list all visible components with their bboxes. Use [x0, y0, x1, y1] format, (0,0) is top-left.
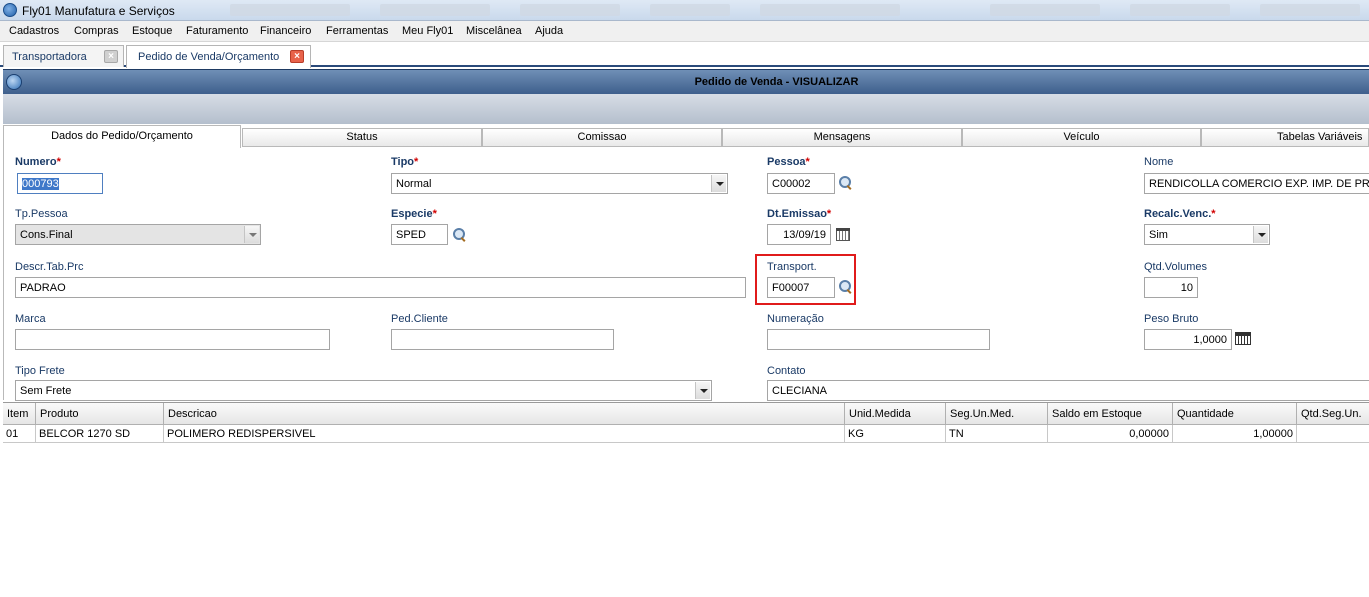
qtd-volumes-field[interactable]: 10	[1144, 277, 1198, 298]
column-header-descricao[interactable]: Descricao	[164, 403, 845, 425]
cell-produto: BELCOR 1270 SD	[36, 425, 164, 443]
taskbar-blur	[1130, 4, 1230, 16]
menu-bar: Cadastros Compras Estoque Faturamento Fi…	[0, 21, 1369, 42]
taskbar-blur	[760, 4, 900, 16]
numero-label: Numero*	[15, 156, 61, 168]
tab-dados-do-pedido[interactable]: Dados do Pedido/Orçamento	[3, 125, 241, 148]
menu-meu-fly01[interactable]: Meu Fly01	[402, 25, 453, 37]
cell-seg-un-med: TN	[946, 425, 1048, 443]
calendar-icon[interactable]	[836, 228, 850, 241]
pessoa-field[interactable]: C00002	[767, 173, 835, 194]
close-icon[interactable]: ×	[104, 50, 118, 63]
taskbar-blur	[520, 4, 620, 16]
contato-label: Contato	[767, 365, 806, 377]
tab-pedido-de-venda[interactable]: Pedido de Venda/Orçamento ×	[126, 45, 311, 68]
recalc-venc-label: Recalc.Venc.*	[1144, 208, 1216, 220]
tab-label: Pedido de Venda/Orçamento	[138, 51, 280, 63]
panel-header: Pedido de Venda - VISUALIZAR	[3, 69, 1369, 94]
menu-financeiro[interactable]: Financeiro	[260, 25, 311, 37]
menu-ferramentas[interactable]: Ferramentas	[326, 25, 388, 37]
dt-emissao-label: Dt.Emissao*	[767, 208, 832, 220]
chevron-down-icon[interactable]	[244, 226, 259, 243]
numeracao-field[interactable]	[767, 329, 990, 350]
column-header-produto[interactable]: Produto	[36, 403, 164, 425]
descr-tab-prc-label: Descr.Tab.Prc	[15, 261, 84, 273]
tab-mensagens[interactable]: Mensagens	[722, 128, 962, 147]
marca-field[interactable]	[15, 329, 330, 350]
taskbar-blur	[230, 4, 350, 16]
pessoa-label: Pessoa*	[767, 156, 810, 168]
sub-tabs: Dados do Pedido/Orçamento Status Comissa…	[3, 124, 1369, 148]
descr-tab-prc-field[interactable]: PADRAO	[15, 277, 746, 298]
especie-label: Especie*	[391, 208, 437, 220]
qtd-volumes-label: Qtd.Volumes	[1144, 261, 1207, 273]
items-grid: Item Produto Descricao Unid.Medida Seg.U…	[3, 402, 1369, 597]
column-header-qtd-seg-un[interactable]: Qtd.Seg.Un.	[1297, 403, 1369, 425]
panel-title: Pedido de Venda - VISUALIZAR	[694, 76, 859, 88]
close-icon[interactable]: ×	[290, 50, 304, 63]
calculator-icon[interactable]	[1235, 332, 1251, 345]
menu-cadastros[interactable]: Cadastros	[9, 25, 59, 37]
tab-transportadora[interactable]: Transportadora ×	[3, 45, 124, 67]
tp-pessoa-select[interactable]: Cons.Final	[15, 224, 261, 245]
menu-ajuda[interactable]: Ajuda	[535, 25, 563, 37]
ped-cliente-field[interactable]	[391, 329, 614, 350]
tipo-label: Tipo*	[391, 156, 419, 168]
tab-comissao[interactable]: Comissao	[482, 128, 722, 147]
document-tabs: Transportadora × Pedido de Venda/Orçamen…	[0, 42, 1369, 68]
toolbar-band	[3, 94, 1369, 124]
tp-pessoa-label: Tp.Pessoa	[15, 208, 68, 220]
menu-miscelanea[interactable]: Miscelânea	[466, 25, 522, 37]
search-icon[interactable]	[839, 176, 853, 190]
column-header-saldo-estoque[interactable]: Saldo em Estoque	[1048, 403, 1173, 425]
app-window: Fly01 Manufatura e Serviços Cadastros Co…	[0, 0, 1369, 597]
nome-label: Nome	[1144, 156, 1174, 168]
chevron-down-icon[interactable]	[711, 175, 726, 192]
chevron-down-icon[interactable]	[695, 382, 710, 399]
app-logo-icon	[3, 3, 17, 17]
taskbar-blur	[990, 4, 1100, 16]
dt-emissao-field[interactable]: 13/09/19	[767, 224, 831, 245]
numeracao-label: Numeração	[767, 313, 824, 325]
order-form: Numero* 000793 Tipo* Normal Pessoa* C000…	[3, 148, 1369, 401]
marca-label: Marca	[15, 313, 46, 325]
contato-field[interactable]: CLECIANA	[767, 380, 1369, 401]
peso-bruto-label: Peso Bruto	[1144, 313, 1199, 325]
chevron-down-icon[interactable]	[1253, 226, 1268, 243]
column-header-unid-medida[interactable]: Unid.Medida	[845, 403, 946, 425]
tab-label: Transportadora	[12, 51, 87, 63]
column-header-item[interactable]: Item	[3, 403, 36, 425]
especie-field[interactable]: SPED	[391, 224, 448, 245]
cell-item: 01	[3, 425, 36, 443]
search-icon[interactable]	[453, 228, 467, 242]
tab-status[interactable]: Status	[242, 128, 482, 147]
title-bar: Fly01 Manufatura e Serviços	[0, 0, 1369, 21]
taskbar-blur	[650, 4, 730, 16]
column-header-quantidade[interactable]: Quantidade	[1173, 403, 1297, 425]
cell-descricao: POLIMERO REDISPERSIVEL	[164, 425, 845, 443]
menu-estoque[interactable]: Estoque	[132, 25, 172, 37]
ped-cliente-label: Ped.Cliente	[391, 313, 448, 325]
menu-compras[interactable]: Compras	[74, 25, 119, 37]
tipo-frete-label: Tipo Frete	[15, 365, 65, 377]
transport-highlight-box	[755, 254, 856, 305]
cell-qtd-seg-un	[1297, 425, 1369, 443]
cell-quantidade: 1,00000	[1173, 425, 1297, 443]
nome-field[interactable]: RENDICOLLA COMERCIO EXP. IMP. DE PRODUTO…	[1144, 173, 1369, 194]
column-header-seg-un-med[interactable]: Seg.Un.Med.	[946, 403, 1048, 425]
numero-field[interactable]: 000793	[17, 173, 103, 194]
window-title: Fly01 Manufatura e Serviços	[22, 4, 175, 18]
cell-saldo-estoque: 0,00000	[1048, 425, 1173, 443]
taskbar-blur	[1260, 4, 1360, 16]
peso-bruto-field[interactable]: 1,0000	[1144, 329, 1232, 350]
tab-tabelas-variaveis[interactable]: Tabelas Variáveis	[1201, 128, 1369, 147]
recalc-venc-select[interactable]: Sim	[1144, 224, 1270, 245]
menu-faturamento[interactable]: Faturamento	[186, 25, 248, 37]
tipo-frete-select[interactable]: Sem Frete	[15, 380, 712, 401]
taskbar-blur	[380, 4, 490, 16]
tab-veiculo[interactable]: Veículo	[962, 128, 1201, 147]
cell-unid-medida: KG	[845, 425, 946, 443]
tipo-select[interactable]: Normal	[391, 173, 728, 194]
